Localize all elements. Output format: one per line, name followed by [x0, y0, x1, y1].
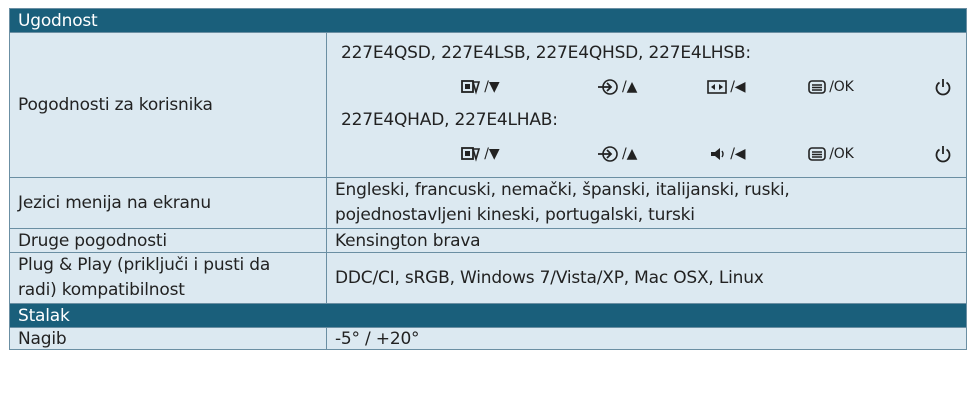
row-osd-languages: Jezici menija na ekranu Engleski, francu… [9, 177, 967, 229]
smartimage-icon [461, 146, 481, 162]
pnp-label-line1: Plug & Play (priključi i pusti da [18, 255, 271, 275]
section-title: Stalak [9, 303, 967, 328]
row-value: -5° / +20° [326, 327, 967, 350]
input-icon [598, 145, 618, 162]
section-header-convenience: Ugodnost [9, 8, 967, 33]
volume-icon [711, 147, 724, 160]
section-title: Ugodnost [9, 8, 967, 33]
key-suffix: /◀ [730, 78, 746, 95]
aspect-ratio-icon [707, 79, 728, 94]
row-value: Engleski, francuski, nemački, španski, i… [326, 177, 967, 229]
row-label: Jezici menija na ekranu [9, 177, 327, 229]
row-label: Druge pogodnosti [9, 228, 327, 253]
pnp-label-line2: radi) kompatibilnost [18, 280, 185, 300]
key-suffix: /▲ [622, 145, 638, 162]
key-suffix: /◀ [730, 145, 746, 162]
input-icon [598, 78, 618, 95]
key-volume: /◀ [637, 145, 746, 162]
model-list: 227E4QHAD, 227E4LHAB: [341, 110, 558, 130]
power-icon [935, 145, 951, 162]
key-suffix: /▲ [622, 78, 638, 95]
key-smartimage: /▼ [401, 78, 500, 95]
control-keys-row: /▼ /▲ /◀ /OK [341, 69, 952, 104]
row-other-features: Druge pogodnosti Kensington brava [9, 228, 967, 253]
section-header-stand: Stalak [9, 303, 967, 328]
row-plug-and-play: Plug & Play (priključi i pusti da radi) … [9, 252, 967, 304]
row-value: DDC/CI, sRGB, Windows 7/Vista/XP, Mac OS… [326, 252, 967, 304]
key-suffix: /▼ [484, 145, 500, 162]
key-menu: /OK [745, 145, 854, 162]
menu-icon [808, 79, 827, 94]
key-menu: /OK [745, 78, 854, 95]
key-power [854, 78, 952, 96]
spec-table: Ugodnost Pogodnosti za korisnika 227E4QS… [9, 8, 967, 350]
key-smartimage: /▼ [401, 145, 500, 162]
key-suffix: /OK [829, 145, 854, 162]
key-input: /▲ [499, 145, 637, 163]
control-keys-row: /▼ /▲ /◀ /OK [341, 136, 952, 171]
key-suffix: /▼ [484, 78, 500, 95]
key-input: /▲ [499, 78, 637, 96]
key-power [854, 145, 952, 163]
row-value: 227E4QSD, 227E4LSB, 227E4QHSD, 227E4LHSB… [326, 32, 967, 178]
osd-languages-line1: Engleski, francuski, nemački, španski, i… [335, 180, 790, 200]
row-label: Nagib [9, 327, 327, 350]
smartimage-icon [461, 79, 481, 95]
key-suffix: /OK [829, 78, 854, 95]
row-value: Kensington brava [326, 228, 967, 253]
row-label: Plug & Play (priključi i pusti da radi) … [9, 252, 327, 304]
power-icon [935, 78, 951, 95]
osd-languages-line2: pojednostavljeni kineski, portugalski, t… [335, 205, 695, 225]
row-user-features: Pogodnosti za korisnika 227E4QSD, 227E4L… [9, 32, 967, 178]
row-label: Pogodnosti za korisnika [9, 32, 327, 178]
menu-icon [808, 146, 827, 161]
model-list: 227E4QSD, 227E4LSB, 227E4QHSD, 227E4LHSB… [341, 43, 751, 63]
key-aspect: /◀ [637, 78, 746, 95]
row-tilt: Nagib -5° / +20° [9, 327, 967, 350]
